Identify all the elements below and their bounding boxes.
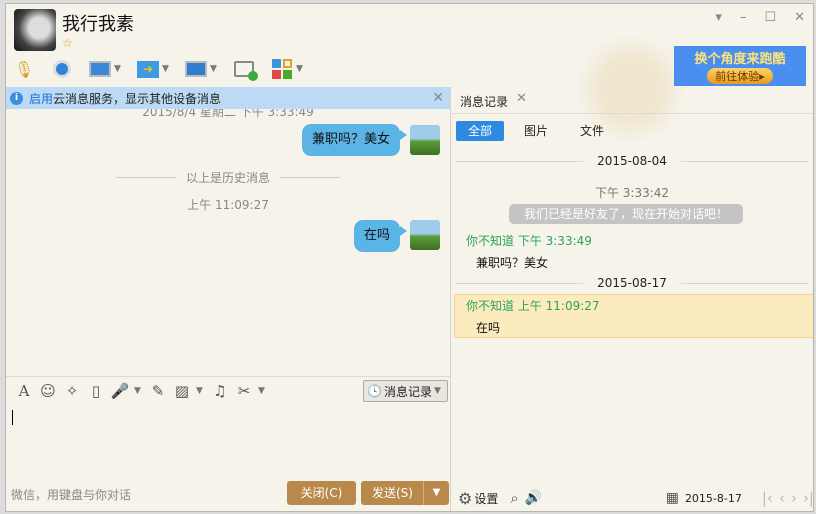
history-timestamp: 下午 3:33:42 — [594, 186, 670, 200]
main-toolbar: 🎙 ▼ ➜ ▼ ▼ ▼ — [12, 56, 306, 82]
panel-divider[interactable] — [450, 87, 451, 511]
next-page-icon[interactable]: › — [791, 489, 797, 507]
new-discussion-icon[interactable] — [232, 57, 258, 81]
clock-icon: 🕓 — [367, 384, 382, 398]
edit-icon[interactable]: ✎ — [148, 379, 168, 403]
music-icon[interactable]: ♫ — [210, 379, 230, 403]
message-history-label: 消息记录 — [383, 384, 432, 399]
text-cursor — [12, 410, 13, 425]
info-text: 云消息服务，显示其他设备消息 — [53, 91, 222, 106]
chevron-down-icon[interactable]: ▼ — [114, 64, 124, 74]
send-options-dropdown[interactable]: ▼ — [423, 481, 449, 505]
self-avatar[interactable] — [410, 125, 440, 155]
date-label: 2015-08-17 — [597, 276, 667, 290]
maximize-button[interactable]: ☐ — [764, 10, 776, 25]
current-date[interactable]: 2015-8-17 — [685, 492, 742, 505]
star-icon[interactable]: ☆ — [62, 36, 73, 50]
history-divider: 以上是历史消息 — [116, 169, 341, 186]
apps-icon[interactable] — [270, 57, 294, 81]
speaker-icon[interactable]: 🔊 — [525, 490, 542, 506]
tab-message-history[interactable]: 消息记录 — [460, 93, 508, 110]
ad-banner[interactable]: 换个角度来跑酷 前往体验▸ — [674, 46, 806, 86]
emoji-icon[interactable]: ☺ — [38, 379, 58, 403]
self-avatar[interactable] — [410, 220, 440, 250]
settings-label[interactable]: 设置 — [474, 490, 498, 507]
info-icon: i — [10, 91, 23, 105]
close-button[interactable]: 关闭(C) — [287, 481, 356, 505]
chevron-down-icon[interactable]: ▼ — [134, 386, 144, 396]
calendar-icon[interactable]: ▦ — [666, 490, 679, 506]
send-label: 发送(S) — [372, 486, 413, 500]
message-history-button[interactable]: 🕓 消息记录 ▼ — [363, 380, 448, 402]
window-controls: ▾ – ☐ ✕ — [715, 10, 805, 25]
cloud-message-bar: i 启用 云消息服务，显示其他设备消息 ✕ — [6, 87, 450, 109]
gear-icon[interactable]: ⚙ — [458, 489, 472, 508]
magic-wand-icon[interactable]: ✧ — [62, 379, 82, 403]
remote-desktop-icon[interactable] — [184, 57, 208, 81]
contact-name[interactable]: 我行我素 — [62, 10, 134, 36]
message-bubble[interactable]: 在吗 — [353, 220, 408, 252]
close-tab-icon[interactable]: ✕ — [516, 91, 527, 106]
voice-message-icon[interactable]: 🎤 — [110, 379, 130, 403]
enable-link[interactable]: 启用 — [29, 90, 53, 107]
minimize-button[interactable]: – — [740, 10, 747, 25]
screenshot-scissors-icon[interactable]: ✂ — [234, 379, 254, 403]
share-screen-icon[interactable] — [88, 57, 112, 81]
ad-button[interactable]: 前往体验▸ — [707, 68, 773, 84]
date-label: 2015-08-04 — [597, 154, 667, 168]
microphone-icon[interactable]: 🎙 — [12, 57, 36, 81]
filter-files[interactable]: 文件 — [568, 121, 616, 141]
date-divider: 2015-08-04 — [456, 154, 808, 168]
last-page-icon[interactable]: ›| — [803, 489, 813, 507]
message-timestamp: 上午 11:09:27 — [187, 198, 269, 212]
system-message: 我们已经是好友了，现在开始对话吧！ — [509, 204, 743, 224]
date-divider: 2015-08-17 — [456, 276, 808, 290]
chevron-down-icon[interactable]: ▼ — [196, 386, 206, 396]
chevron-down-icon[interactable]: ▼ — [210, 64, 220, 74]
close-window-button[interactable]: ✕ — [794, 10, 805, 25]
chevron-down-icon: ▼ — [434, 386, 441, 396]
send-button[interactable]: 发送(S) ▼ — [361, 481, 449, 505]
chevron-down-icon[interactable]: ▼ — [162, 64, 172, 74]
filter-all[interactable]: 全部 — [456, 121, 505, 141]
send-file-icon[interactable]: ➜ — [136, 57, 160, 81]
chat-window: 我行我素 ☆ ▾ – ☐ ✕ 🎙 ▼ ➜ ▼ ▼ ▼ 换个角度来跑酷 前往体验▸ … — [5, 3, 814, 512]
close-icon[interactable]: ✕ — [432, 90, 444, 106]
first-page-icon[interactable]: |‹ — [762, 489, 773, 507]
shake-icon[interactable]: ▯ — [86, 379, 106, 403]
history-tab-bar: 消息记录 ✕ — [452, 88, 813, 114]
message-input[interactable] — [10, 406, 446, 478]
webcam-icon[interactable] — [50, 57, 74, 81]
chevron-down-icon[interactable]: ▼ — [296, 64, 306, 74]
input-hint: 微信，用键盘与你对话 — [11, 488, 132, 502]
ad-title: 换个角度来跑酷 — [694, 52, 786, 67]
history-entry-header: 你不知道 上午 11:09:27 — [466, 299, 600, 313]
menu-dropdown-icon[interactable]: ▾ — [715, 10, 722, 25]
filter-images[interactable]: 图片 — [512, 121, 560, 141]
history-entry-text: 兼职吗？美女 — [476, 256, 549, 270]
chat-area: 2015/8/4 星期二 下午 3:33:49 兼职吗？美女 以上是历史消息 上… — [6, 105, 450, 377]
chevron-down-icon[interactable]: ▼ — [258, 386, 268, 396]
history-entry-header: 你不知道 下午 3:33:49 — [466, 234, 592, 248]
search-icon[interactable]: ⌕ — [510, 489, 518, 507]
message-bubble[interactable]: 兼职吗？美女 — [301, 124, 408, 156]
contact-avatar[interactable] — [14, 9, 56, 51]
image-icon[interactable]: ▨ — [172, 379, 192, 403]
history-entry-text: 在吗 — [476, 321, 501, 335]
previous-page-icon[interactable]: ‹ — [779, 489, 785, 507]
font-icon[interactable]: A — [14, 379, 34, 403]
history-footer: ⚙ 设置 ⌕ 🔊 ▦ 2015-8-17 |‹ ‹ › ›| — [452, 484, 813, 511]
history-divider-label: 以上是历史消息 — [186, 171, 271, 185]
input-toolbar: A ☺ ✧ ▯ 🎤 ▼ ✎ ▨ ▼ ♫ ✂ ▼ 🕓 消息记录 ▼ — [6, 376, 450, 404]
